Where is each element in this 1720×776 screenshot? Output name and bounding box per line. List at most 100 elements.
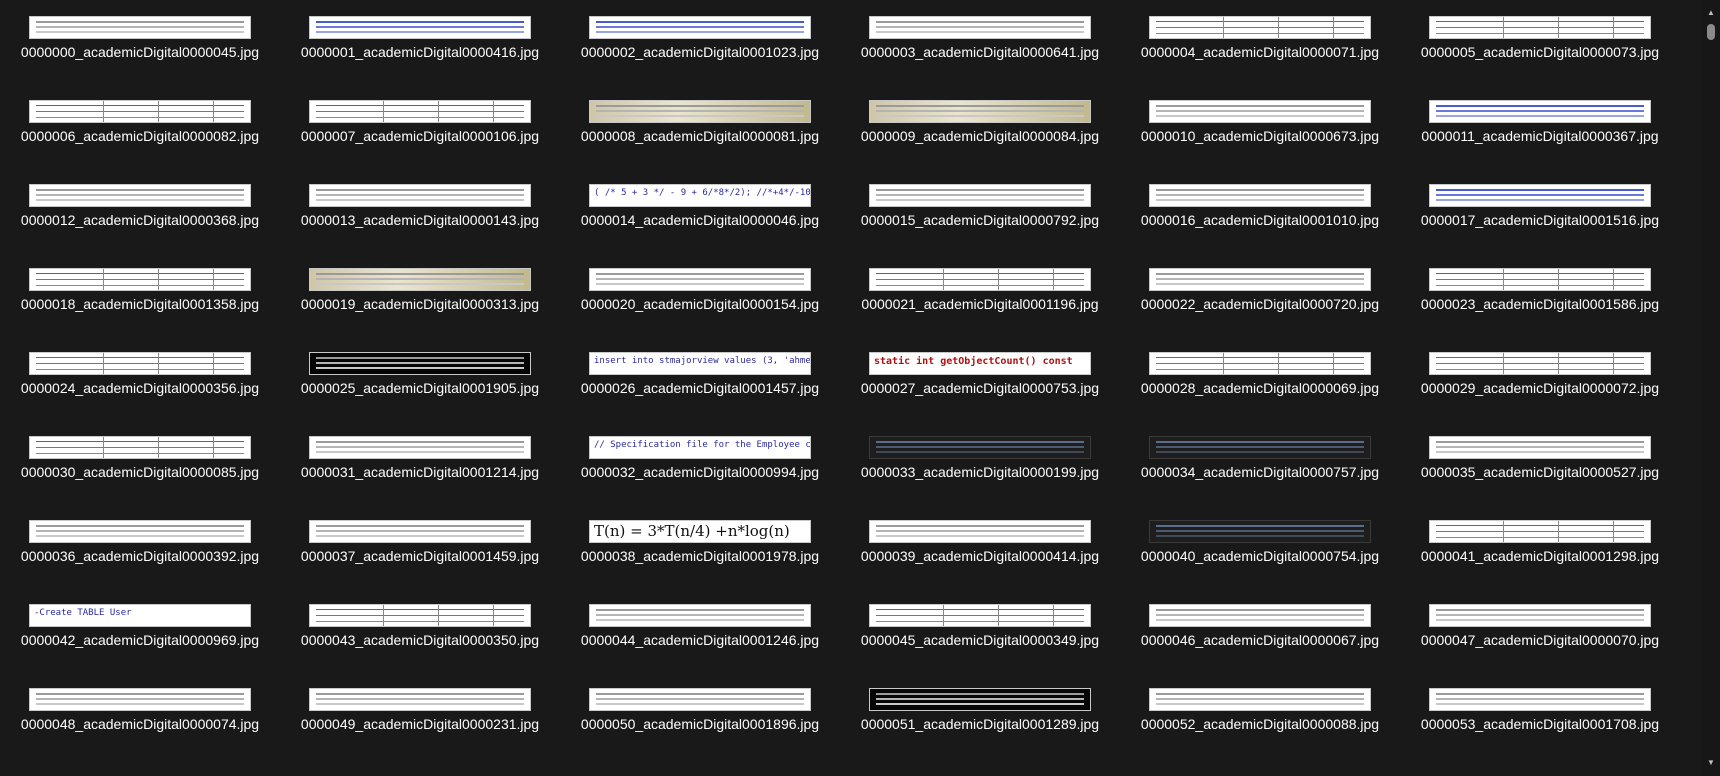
file-name-label[interactable]: 0000039_academicDigital0000414.jpg [845,547,1115,565]
file-thumbnail-image[interactable] [309,688,531,711]
file-tile[interactable]: 0000052_academicDigital0000088.jpg [1120,672,1400,756]
file-tile[interactable]: 0000007_academicDigital0000106.jpg [280,84,560,168]
file-tile[interactable]: 0000004_academicDigital0000071.jpg [1120,0,1400,84]
file-name-label[interactable]: 0000013_academicDigital0000143.jpg [285,211,555,229]
file-name-label[interactable]: 0000047_academicDigital0000070.jpg [1405,631,1675,649]
file-name-label[interactable]: 0000020_academicDigital0000154.jpg [565,295,835,313]
file-name-label[interactable]: 0000034_academicDigital0000757.jpg [1125,463,1395,481]
file-name-label[interactable]: 0000016_academicDigital0001010.jpg [1125,211,1395,229]
file-thumbnail-image[interactable] [869,520,1091,543]
file-thumbnail-image[interactable] [1429,184,1651,207]
file-tile[interactable]: 0000003_academicDigital0000641.jpg [840,0,1120,84]
file-name-label[interactable]: 0000019_academicDigital0000313.jpg [285,295,555,313]
file-name-label[interactable]: 0000022_academicDigital0000720.jpg [1125,295,1395,313]
file-thumbnail-image[interactable] [1429,268,1651,291]
file-thumbnail-image[interactable]: ( /* 5 + 3 */ - 9 + 6/*8*/2); //*+4*/-10… [589,184,811,207]
file-tile[interactable]: 0000006_academicDigital0000082.jpg [0,84,280,168]
file-tile[interactable]: 0000013_academicDigital0000143.jpg [280,168,560,252]
file-thumbnail-image[interactable] [869,436,1091,459]
file-tile[interactable]: 0000019_academicDigital0000313.jpg [280,252,560,336]
file-thumbnail-image[interactable] [29,184,251,207]
file-thumbnail-image[interactable] [869,16,1091,39]
file-thumbnail-image[interactable] [1429,436,1651,459]
file-tile[interactable]: 0000010_academicDigital0000673.jpg [1120,84,1400,168]
file-tile[interactable]: 0000033_academicDigital0000199.jpg [840,420,1120,504]
file-thumbnail-image[interactable] [1429,688,1651,711]
file-thumbnail-image[interactable] [589,604,811,627]
file-thumbnail-image[interactable] [309,520,531,543]
file-thumbnail-image[interactable] [869,100,1091,123]
file-tile[interactable]: 0000039_academicDigital0000414.jpg [840,504,1120,588]
file-thumbnail-image[interactable] [1149,688,1371,711]
file-name-label[interactable]: 0000017_academicDigital0001516.jpg [1405,211,1675,229]
file-thumbnail-image[interactable] [309,184,531,207]
file-tile[interactable]: -Create TABLE User 0000042_academicDigita… [0,588,280,672]
file-tile[interactable]: 0000029_academicDigital0000072.jpg [1400,336,1680,420]
file-name-label[interactable]: 0000033_academicDigital0000199.jpg [845,463,1115,481]
file-tile[interactable]: 0000048_academicDigital0000074.jpg [0,672,280,756]
file-thumbnail-image[interactable] [1429,520,1651,543]
scrollbar-thumb[interactable] [1707,24,1715,40]
file-tile[interactable]: 0000034_academicDigital0000757.jpg [1120,420,1400,504]
file-tile[interactable]: 0000045_academicDigital0000349.jpg [840,588,1120,672]
file-name-label[interactable]: 0000024_academicDigital0000356.jpg [5,379,275,397]
file-name-label[interactable]: 0000007_academicDigital0000106.jpg [285,127,555,145]
file-thumbnail-image[interactable] [1149,352,1371,375]
file-name-label[interactable]: 0000049_academicDigital0000231.jpg [285,715,555,733]
file-name-label[interactable]: 0000045_academicDigital0000349.jpg [845,631,1115,649]
file-tile[interactable]: 0000024_academicDigital0000356.jpg [0,336,280,420]
file-thumbnail-image[interactable] [1429,100,1651,123]
file-thumbnail-image[interactable] [869,184,1091,207]
file-name-label[interactable]: 0000032_academicDigital0000994.jpg [565,463,835,481]
file-name-label[interactable]: 0000031_academicDigital0001214.jpg [285,463,555,481]
file-name-label[interactable]: 0000025_academicDigital0001905.jpg [285,379,555,397]
file-tile[interactable]: ( /* 5 + 3 */ - 9 + 6/*8*/2); //*+4*/-10… [560,168,840,252]
scroll-up-arrow-icon[interactable]: ▲ [1702,4,1720,22]
file-name-label[interactable]: 0000029_academicDigital0000072.jpg [1405,379,1675,397]
file-thumbnail-image[interactable] [309,436,531,459]
file-thumbnail-image[interactable] [869,268,1091,291]
file-name-label[interactable]: 0000052_academicDigital0000088.jpg [1125,715,1395,733]
file-thumbnail-image[interactable] [1149,604,1371,627]
file-thumbnail-image[interactable]: T(n) = 3*T(n/4) +n*log(n) [589,520,811,543]
file-tile[interactable]: 0000044_academicDigital0001246.jpg [560,588,840,672]
file-thumbnail-image[interactable] [29,268,251,291]
file-thumbnail-image[interactable] [309,16,531,39]
file-tile[interactable]: 0000008_academicDigital0000081.jpg [560,84,840,168]
file-name-label[interactable]: 0000041_academicDigital0001298.jpg [1405,547,1675,565]
file-thumbnail-image[interactable] [589,16,811,39]
file-thumbnail-image[interactable] [1149,16,1371,39]
file-tile[interactable]: 0000049_academicDigital0000231.jpg [280,672,560,756]
file-tile[interactable]: 0000028_academicDigital0000069.jpg [1120,336,1400,420]
file-name-label[interactable]: 0000001_academicDigital0000416.jpg [285,43,555,61]
file-thumbnail-image[interactable] [589,100,811,123]
file-tile[interactable]: 0000040_academicDigital0000754.jpg [1120,504,1400,588]
file-name-label[interactable]: 0000053_academicDigital0001708.jpg [1405,715,1675,733]
file-thumbnail-image[interactable] [1149,436,1371,459]
file-tile[interactable]: // Specification file for the Employee c… [560,420,840,504]
file-thumbnail-image[interactable] [309,352,531,375]
file-name-label[interactable]: 0000030_academicDigital0000085.jpg [5,463,275,481]
file-name-label[interactable]: 0000046_academicDigital0000067.jpg [1125,631,1395,649]
file-tile[interactable]: 0000041_academicDigital0001298.jpg [1400,504,1680,588]
file-name-label[interactable]: 0000000_academicDigital0000045.jpg [5,43,275,61]
file-name-label[interactable]: 0000005_academicDigital0000073.jpg [1405,43,1675,61]
file-thumbnail-image[interactable] [309,268,531,291]
file-thumbnail-image[interactable] [309,604,531,627]
file-name-label[interactable]: 0000036_academicDigital0000392.jpg [5,547,275,565]
file-name-label[interactable]: 0000009_academicDigital0000084.jpg [845,127,1115,145]
file-thumbnail-image[interactable] [1149,520,1371,543]
file-name-label[interactable]: 0000021_academicDigital0001196.jpg [845,295,1115,313]
file-name-label[interactable]: 0000023_academicDigital0001586.jpg [1405,295,1675,313]
file-tile[interactable]: 0000035_academicDigital0000527.jpg [1400,420,1680,504]
file-thumbnail-image[interactable] [309,100,531,123]
file-name-label[interactable]: 0000040_academicDigital0000754.jpg [1125,547,1395,565]
file-tile[interactable]: insert into stmajorview values (3, 'ahme… [560,336,840,420]
file-tile[interactable]: 0000021_academicDigital0001196.jpg [840,252,1120,336]
file-tile[interactable]: 0000016_academicDigital0001010.jpg [1120,168,1400,252]
file-name-label[interactable]: 0000002_academicDigital0001023.jpg [565,43,835,61]
file-tile[interactable]: 0000017_academicDigital0001516.jpg [1400,168,1680,252]
file-name-label[interactable]: 0000037_academicDigital0001459.jpg [285,547,555,565]
file-thumbnail-image[interactable] [29,520,251,543]
vertical-scrollbar[interactable]: ▲ ▼ [1702,0,1720,776]
